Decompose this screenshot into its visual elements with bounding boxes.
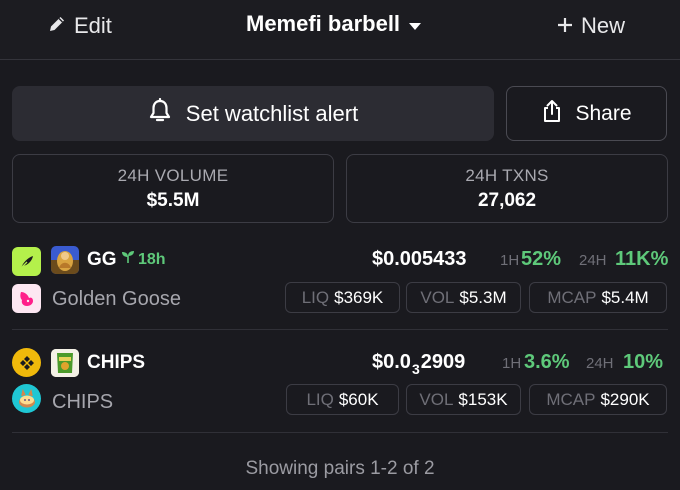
pair-symbol: CHIPS <box>87 352 146 373</box>
golden-goose-token-logo <box>51 246 79 274</box>
market-cap-pill: MCAP $290K <box>529 384 667 415</box>
change-24h-value: 10% <box>623 351 664 373</box>
row-divider <box>12 432 668 433</box>
price-zero-count: 3 <box>411 361 420 377</box>
header-bar: Edit Memefi barbell New <box>0 0 680 60</box>
edit-label: Edit <box>74 13 112 38</box>
stat-24h-txns: 24H TXNS 27,062 <box>346 154 668 223</box>
row-divider <box>12 329 668 330</box>
pair-price: $0.032909 <box>372 351 465 377</box>
pill-value: $290K <box>600 389 650 409</box>
pill-label: MCAP <box>546 389 596 409</box>
pill-label: VOL <box>420 287 455 307</box>
pill-label: VOL <box>419 389 454 409</box>
watchlist-selector[interactable]: Memefi barbell <box>246 10 422 38</box>
change-1h-label: 1H <box>502 355 522 372</box>
liquidity-pill: LIQ $369K <box>285 282 400 313</box>
pagination-status: Showing pairs 1-2 of 2 <box>245 458 435 479</box>
pill-label: LIQ <box>301 287 330 307</box>
alert-label: Set watchlist alert <box>185 100 359 126</box>
pair-name: Golden Goose <box>52 288 181 310</box>
share-button[interactable]: Share <box>506 86 667 141</box>
stat-label: 24H TXNS <box>465 165 549 185</box>
pill-value: $369K <box>334 287 384 307</box>
edit-button[interactable]: Edit <box>48 12 112 40</box>
plus-icon <box>557 13 573 39</box>
stat-label: 24H VOLUME <box>117 165 229 185</box>
pancakeswap-icon <box>12 384 41 413</box>
volume-pill: VOL $5.3M <box>406 282 521 313</box>
pill-value: $153K <box>458 389 508 409</box>
market-cap-pill: MCAP $5.4M <box>529 282 667 313</box>
volume-pill: VOL $153K <box>406 384 521 415</box>
pill-label: MCAP <box>547 287 597 307</box>
change-1h-label: 1H <box>500 252 520 269</box>
pill-value: $60K <box>338 389 379 409</box>
stat-24h-volume: 24H VOLUME $5.5M <box>12 154 334 223</box>
pair-row[interactable]: GG 18h $0.005433 1H 52% 24H 11K% Golden … <box>0 236 680 328</box>
bnb-chain-icon <box>12 348 41 377</box>
new-watchlist-button[interactable]: New <box>557 12 625 40</box>
price-prefix: $0.0 <box>372 351 411 373</box>
pill-value: $5.3M <box>459 287 507 307</box>
pill-label: LIQ <box>306 389 334 409</box>
chips-token-logo <box>51 349 79 377</box>
pill-value: $5.4M <box>601 287 649 307</box>
stat-value: 27,062 <box>477 189 537 211</box>
pair-symbol: GG <box>87 249 117 270</box>
pair-price: $0.005433 <box>372 248 467 270</box>
stat-value: $5.5M <box>146 189 200 211</box>
liquidity-pill: LIQ $60K <box>286 384 399 415</box>
share-label: Share <box>575 101 632 125</box>
set-watchlist-alert-button[interactable]: Set watchlist alert <box>12 86 494 141</box>
pencil-icon <box>48 13 66 39</box>
bell-icon <box>148 97 172 130</box>
change-24h-value: 11K% <box>615 248 669 270</box>
caret-down-icon <box>408 11 422 37</box>
pair-name: CHIPS <box>52 391 114 413</box>
pair-age: 18h <box>121 250 166 269</box>
new-label: New <box>581 13 626 38</box>
age-value: 18h <box>138 250 166 268</box>
watchlist-name: Memefi barbell <box>246 11 401 36</box>
change-1h-value: 52% <box>521 248 562 270</box>
uniswap-icon <box>12 284 41 313</box>
share-icon <box>541 99 563 129</box>
change-1h-value: 3.6% <box>524 351 570 373</box>
change-24h-label: 24H <box>579 252 607 269</box>
sei-chain-icon <box>12 247 41 276</box>
change-24h-label: 24H <box>586 355 614 372</box>
pair-row[interactable]: CHIPS $0.032909 1H 3.6% 24H 10% CHIPS LI… <box>0 340 680 432</box>
seedling-icon <box>121 250 135 269</box>
price-digits: 2909 <box>420 351 466 373</box>
